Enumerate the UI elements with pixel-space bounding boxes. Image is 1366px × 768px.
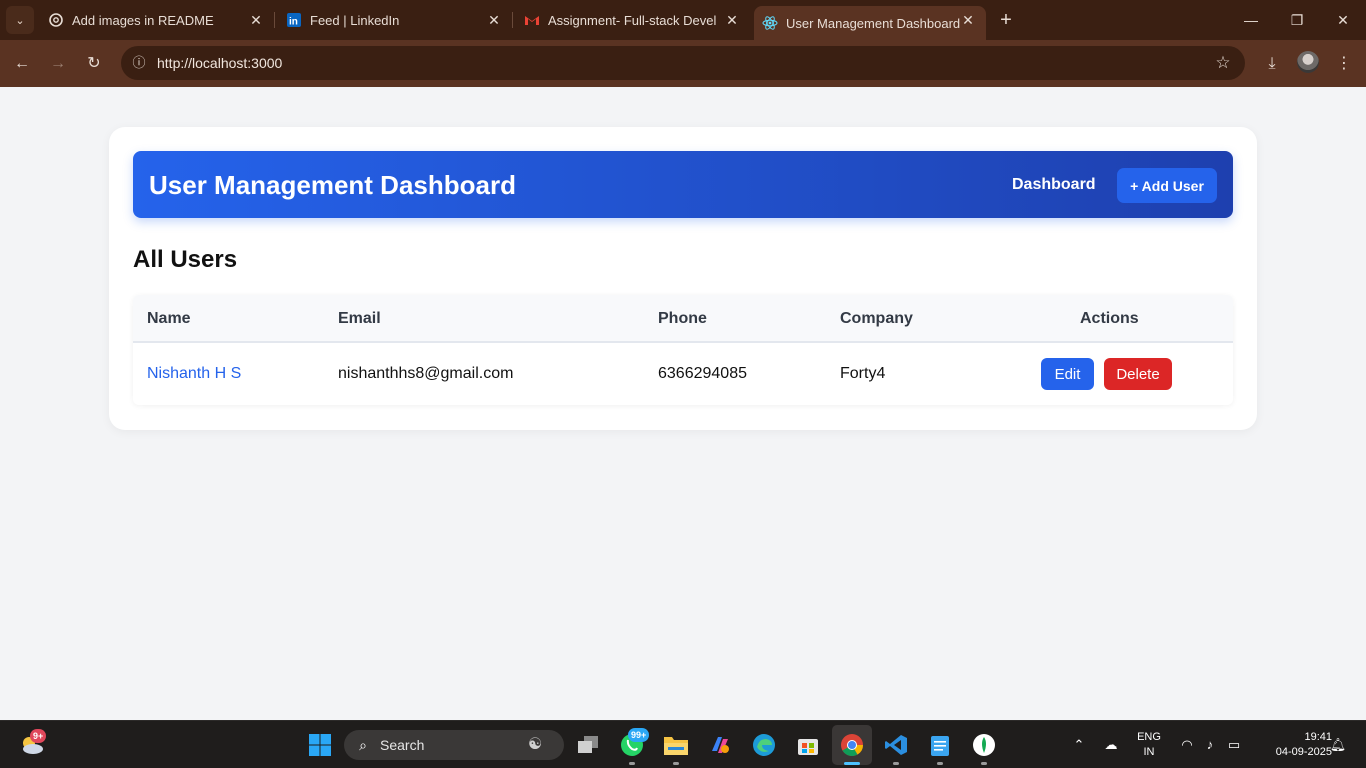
delete-button[interactable]: Delete [1104,358,1172,390]
microsoft-store-icon[interactable] [792,729,824,761]
app-running-indicator [893,762,899,765]
taskbar-search[interactable]: ⌕ Search ☯ [344,730,564,760]
column-header-name: Name [147,310,191,327]
tab-title: Add images in README [72,12,214,28]
app-header: User Management Dashboard Dashboard + Ad… [133,151,1233,218]
clock[interactable]: 19:41 04-09-2025 [1252,730,1332,760]
restore-icon[interactable]: ❐ [1287,10,1307,30]
close-tab-icon[interactable]: ✕ [486,12,502,28]
avatar[interactable] [1297,51,1319,73]
linkedin-icon: in [286,12,302,28]
user-phone: 6366294085 [658,365,747,382]
app-running-indicator [937,762,943,765]
close-tab-icon[interactable]: ✕ [960,12,976,28]
windows-start-icon[interactable] [304,729,336,761]
edit-button[interactable]: Edit [1041,358,1094,390]
column-header-phone: Phone [658,310,707,327]
date-text: 04-09-2025 [1275,746,1332,758]
app-running-indicator [981,762,987,765]
app-title: User Management Dashboard [149,170,516,200]
page-title: All Users [133,246,238,273]
mongodb-compass-icon[interactable] [968,729,1000,761]
chrome-icon[interactable] [832,725,872,765]
notepad-icon[interactable] [924,729,956,761]
tab-linkedin[interactable]: in Feed | LinkedIn ✕ [286,0,512,40]
column-header-company: Company [840,310,913,327]
weather-badge: 9+ [30,729,47,743]
address-bar[interactable]: ⓘ http://localhost:3000 ☆ [121,46,1245,80]
whatsapp-badge: 99+ [628,728,650,742]
user-email: nishanthhs8@gmail.com [338,365,514,382]
language-code: ENG [1137,731,1161,743]
windows-taskbar: 9+ ⌕ Search ☯ 99+ ⌃ ☁ ENG IN ◠ ♪ ▭ 19:41… [0,720,1366,768]
notification-bell-icon[interactable]: 🔔︎ [1328,735,1348,755]
minimize-icon[interactable]: — [1241,10,1261,30]
chatgpt-icon [48,12,64,28]
search-highlight-icon: ☯ [527,736,543,753]
react-icon [762,15,778,31]
main-card: User Management Dashboard Dashboard + Ad… [109,127,1257,430]
user-name-link[interactable]: Nishanth H S [147,365,241,383]
chevron-up-icon[interactable]: ⌃ [1069,735,1089,755]
app-running-indicator [673,762,679,765]
tab-list-button[interactable]: ⌄ [6,6,34,34]
tab-separator [274,12,275,28]
kebab-menu-icon[interactable]: ⋮ [1332,52,1356,76]
info-icon[interactable]: ⓘ [129,53,149,73]
column-header-email: Email [338,310,381,327]
time-text: 19:41 [1304,731,1332,743]
arrow-left-icon[interactable]: ← [10,52,34,76]
add-user-button[interactable]: + Add User [1117,168,1217,203]
svg-text:in: in [289,17,298,28]
url-text[interactable]: http://localhost:3000 [157,55,282,71]
table-header: Name Email Phone Company Actions [133,295,1233,343]
browser-toolbar: ← → ↻ ⓘ http://localhost:3000 ☆ ⤓ ⋮ [0,40,1366,87]
tab-assignment[interactable]: Assignment- Full-stack Develop ✕ [524,0,750,40]
edge-icon[interactable] [748,729,780,761]
download-icon[interactable]: ⤓ [1260,52,1284,76]
wifi-icon[interactable]: ◠ [1177,735,1197,755]
search-label: Search [380,737,425,753]
table-row: Nishanth H S nishanthhs8@gmail.com 63662… [133,343,1233,405]
tab-separator [512,12,513,28]
search-icon: ⌕ [359,737,367,753]
tab-title: Feed | LinkedIn [310,12,400,28]
copilot-icon[interactable] [704,729,736,761]
tab-user-management[interactable]: User Management Dashboard ✕ [754,6,986,40]
close-tab-icon[interactable]: ✕ [724,12,740,28]
tab-readme[interactable]: Add images in README ✕ [48,0,274,40]
chevron-down-icon: ⌄ [15,14,25,27]
file-explorer-icon[interactable] [660,729,692,761]
tab-title: Assignment- Full-stack Develop [548,12,716,28]
close-window-icon[interactable]: ✕ [1333,10,1353,30]
new-tab-button[interactable]: + [996,10,1016,30]
user-company: Forty4 [840,365,886,382]
task-view-icon[interactable] [572,729,604,761]
app-active-indicator [844,762,860,765]
arrow-right-icon[interactable]: → [46,52,70,76]
users-table: Name Email Phone Company Actions Nishant… [133,295,1233,405]
gmail-icon [524,12,540,28]
column-header-actions: Actions [1080,310,1139,327]
vscode-icon[interactable] [880,729,912,761]
battery-icon[interactable]: ▭ [1224,735,1244,755]
nav-link-dashboard[interactable]: Dashboard [1012,176,1096,194]
star-icon[interactable]: ☆ [1213,53,1233,73]
language-indicator[interactable]: ENG IN [1134,730,1164,760]
close-tab-icon[interactable]: ✕ [248,12,264,28]
onedrive-icon[interactable]: ☁ [1101,735,1121,755]
volume-icon[interactable]: ♪ [1200,735,1220,755]
app-running-indicator [629,762,635,765]
browser-tab-bar: ⌄ Add images in README ✕ in Feed | Linke… [0,0,1366,40]
tab-title: User Management Dashboard [786,15,961,31]
region-code: IN [1143,746,1155,758]
reload-icon[interactable]: ↻ [82,52,106,76]
